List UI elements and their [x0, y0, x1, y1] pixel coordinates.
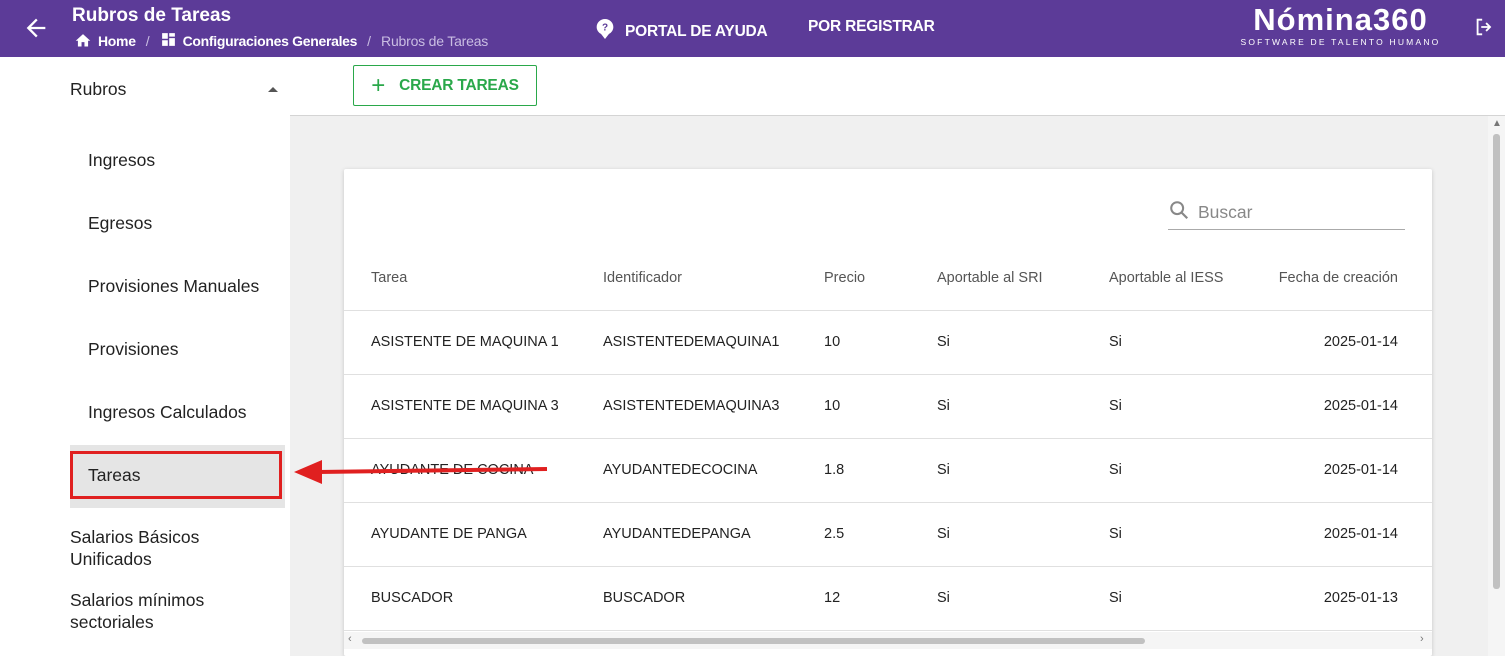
- logo: Nómina360 SOFTWARE DE TALENTO HUMANO: [1238, 3, 1443, 47]
- breadcrumb-home[interactable]: Home: [74, 32, 136, 51]
- cell-tarea: BUSCADOR: [344, 566, 603, 631]
- tasks-card: Tarea Identificador Precio Aportable al …: [344, 169, 1432, 656]
- sidebar-item-ingresos-calculados[interactable]: Ingresos Calculados: [88, 402, 247, 423]
- breadcrumb: Home / Configuraciones Generales / Rubro…: [74, 31, 488, 51]
- cell-fecha-creacion: 2025-01-13: [1249, 566, 1432, 631]
- cell-tarea: ASISTENTE DE MAQUINA 1: [344, 310, 603, 375]
- plus-icon: +: [371, 71, 386, 99]
- sidebar-item-provisiones-manuales[interactable]: Provisiones Manuales: [88, 276, 259, 297]
- cell-fecha-creacion: 2025-01-14: [1249, 502, 1432, 567]
- table-row[interactable]: AYUDANTE DE COCINA AYUDANTEDECOCINA 1.8 …: [344, 438, 1432, 503]
- back-arrow-icon[interactable]: [22, 14, 50, 42]
- chevron-up-icon: [266, 79, 280, 100]
- create-tasks-button[interactable]: + CREAR TAREAS: [353, 65, 537, 106]
- breadcrumb-home-label: Home: [98, 33, 136, 49]
- cell-aportable-sri: Si: [937, 502, 1109, 567]
- column-header-precio[interactable]: Precio: [824, 246, 937, 311]
- logo-brand: Nómina360: [1253, 2, 1428, 37]
- table-header-row: Tarea Identificador Precio Aportable al …: [344, 246, 1432, 311]
- vertical-scroll-thumb[interactable]: [1493, 134, 1500, 589]
- sidebar-group-label: Rubros: [70, 79, 127, 99]
- cell-aportable-sri: Si: [937, 374, 1109, 439]
- toolbar: + CREAR TAREAS: [290, 57, 1505, 116]
- logout-icon[interactable]: [1473, 16, 1497, 40]
- table-row[interactable]: BUSCADOR BUSCADOR 12 Si Si 2025-01-13: [344, 566, 1432, 631]
- column-header-fecha-creacion[interactable]: Fecha de creación: [1249, 246, 1432, 311]
- search-box: [1168, 195, 1405, 230]
- cell-aportable-sri: Si: [937, 438, 1109, 503]
- help-portal-label: PORTAL DE AYUDA: [625, 22, 768, 40]
- cell-precio: 10: [824, 374, 937, 439]
- create-tasks-label: CREAR TAREAS: [399, 76, 519, 94]
- svg-text:?: ?: [602, 23, 608, 34]
- sidebar-item-provisiones[interactable]: Provisiones: [88, 339, 178, 360]
- cell-fecha-creacion: 2025-01-14: [1249, 438, 1432, 503]
- scroll-right-icon[interactable]: ›: [1420, 633, 1424, 645]
- scroll-up-icon[interactable]: ▲: [1492, 118, 1502, 129]
- cell-identificador: ASISTENTEDEMAQUINA3: [603, 374, 824, 439]
- grid-icon: [160, 31, 177, 51]
- table-row[interactable]: ASISTENTE DE MAQUINA 1 ASISTENTEDEMAQUIN…: [344, 310, 1432, 375]
- column-header-identificador[interactable]: Identificador: [603, 246, 824, 311]
- cell-tarea: ASISTENTE DE MAQUINA 3: [344, 374, 603, 439]
- cell-aportable-iess: Si: [1109, 374, 1249, 439]
- cell-precio: 10: [824, 310, 937, 375]
- breadcrumb-current: Rubros de Tareas: [381, 33, 489, 49]
- help-portal-link[interactable]: ? PORTAL DE AYUDA: [595, 18, 768, 45]
- page-title: Rubros de Tareas: [72, 5, 232, 26]
- breadcrumb-config[interactable]: Configuraciones Generales: [160, 31, 358, 51]
- sidebar-item-salarios-basicos[interactable]: Salarios Básicos Unificados: [70, 526, 230, 570]
- cell-tarea: AYUDANTE DE COCINA: [344, 438, 603, 503]
- breadcrumb-config-label: Configuraciones Generales: [182, 33, 358, 49]
- cell-tarea: AYUDANTE DE PANGA: [344, 502, 603, 567]
- table-row[interactable]: ASISTENTE DE MAQUINA 3 ASISTENTEDEMAQUIN…: [344, 374, 1432, 439]
- top-app-bar: Rubros de Tareas Home / Configuraciones …: [0, 0, 1505, 57]
- cell-fecha-creacion: 2025-01-14: [1249, 374, 1432, 439]
- horizontal-scrollbar[interactable]: ‹ ›: [344, 632, 1432, 649]
- cell-aportable-iess: Si: [1109, 502, 1249, 567]
- home-icon: [74, 32, 92, 51]
- scroll-left-icon[interactable]: ‹: [348, 633, 352, 645]
- cell-identificador: AYUDANTEDECOCINA: [603, 438, 824, 503]
- cell-identificador: AYUDANTEDEPANGA: [603, 502, 824, 567]
- breadcrumb-separator: /: [367, 33, 372, 49]
- vertical-scrollbar[interactable]: ▲: [1488, 116, 1505, 656]
- sidebar-item-ingresos[interactable]: Ingresos: [88, 150, 155, 171]
- search-input[interactable]: [1198, 201, 1388, 223]
- cell-aportable-iess: Si: [1109, 310, 1249, 375]
- cell-identificador: BUSCADOR: [603, 566, 824, 631]
- sidebar-item-salarios-minimos[interactable]: Salarios mínimos sectoriales: [70, 589, 240, 633]
- sidebar-item-egresos[interactable]: Egresos: [88, 213, 152, 234]
- sidebar-group-rubros[interactable]: Rubros: [70, 79, 280, 100]
- column-header-aportable-sri[interactable]: Aportable al SRI: [937, 246, 1109, 311]
- tasks-table: Tarea Identificador Precio Aportable al …: [344, 246, 1432, 631]
- register-label: POR REGISTRAR: [808, 18, 935, 35]
- cell-precio: 12: [824, 566, 937, 631]
- cell-precio: 2.5: [824, 502, 937, 567]
- cell-aportable-iess: Si: [1109, 566, 1249, 631]
- horizontal-scroll-thumb[interactable]: [362, 638, 1145, 644]
- cell-identificador: ASISTENTEDEMAQUINA1: [603, 310, 824, 375]
- logo-tagline: SOFTWARE DE TALENTO HUMANO: [1240, 37, 1441, 47]
- breadcrumb-separator: /: [145, 33, 150, 49]
- sidebar: Rubros Ingresos Egresos Provisiones Manu…: [0, 57, 290, 656]
- cell-fecha-creacion: 2025-01-14: [1249, 310, 1432, 375]
- column-header-aportable-iess[interactable]: Aportable al IESS: [1109, 246, 1249, 311]
- table-row[interactable]: AYUDANTE DE PANGA AYUDANTEDEPANGA 2.5 Si…: [344, 502, 1432, 567]
- cell-aportable-iess: Si: [1109, 438, 1249, 503]
- annotation-highlight-box: [70, 451, 282, 499]
- column-header-tarea[interactable]: Tarea: [344, 246, 603, 311]
- cell-aportable-sri: Si: [937, 310, 1109, 375]
- cell-aportable-sri: Si: [937, 566, 1109, 631]
- search-icon: [1168, 199, 1190, 226]
- help-icon: ?: [595, 18, 615, 45]
- register-link[interactable]: POR REGISTRAR: [808, 18, 935, 36]
- cell-precio: 1.8: [824, 438, 937, 503]
